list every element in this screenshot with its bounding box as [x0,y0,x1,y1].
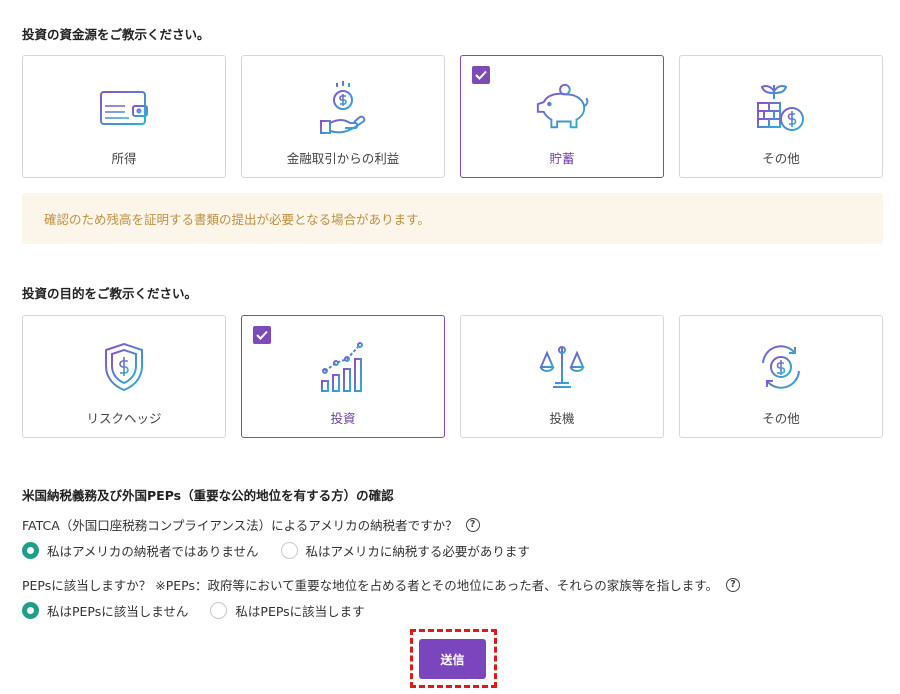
fatca-option-not-taxpayer[interactable]: 私はアメリカの納税者ではありません [22,541,259,560]
source-card-other[interactable]: その他 [679,55,883,178]
cycle-dollar-icon [753,339,809,395]
check-icon [253,326,271,344]
radio-button-selected[interactable] [22,602,39,619]
source-card-income-label: 所得 [111,151,137,166]
purpose-section-title: 投資の目的をご教示ください。 [22,286,198,301]
piggy-bank-icon [534,79,590,135]
peps-option-pep[interactable]: 私はPEPsに該当します [210,601,365,620]
peps-question: PEPsに該当しますか？ ※PEPs：政府等において重要な地位を占める者とその地… [22,575,740,594]
radio-label: 私はPEPsに該当しません [47,604,189,619]
coin-hand-icon [315,79,371,135]
peps-option-not-pep[interactable]: 私はPEPsに該当しません [22,601,188,620]
source-card-other-label: その他 [762,151,800,166]
purpose-card-other-label: その他 [762,411,800,426]
fatca-question: FATCA（外国口座税務コンプライアンス法）によるアメリカの納税者ですか？ ? [22,515,480,534]
source-section-title: 投資の資金源をご教示ください。 [22,27,210,42]
radio-label: 私はPEPsに該当します [235,604,365,619]
scale-icon [534,339,590,395]
fatca-radio-group: 私はアメリカの納税者ではありません 私はアメリカに納税する必要があります [22,541,552,560]
radio-button[interactable] [210,602,228,619]
growth-chart-icon [315,339,371,395]
purpose-card-risk-hedge-label: リスクヘッジ [86,411,162,426]
check-icon [472,66,490,84]
source-card-trading-profit[interactable]: 金融取引からの利益 [241,55,445,178]
fatca-question-text: FATCA（外国口座税務コンプライアンス法）によるアメリカの納税者ですか？ [22,518,458,533]
document-notice: 確認のため残高を証明する書類の提出が必要となる場合があります。 [22,193,883,244]
help-icon[interactable]: ? [725,577,740,592]
source-card-savings[interactable]: 貯蓄 [460,55,664,178]
radio-label: 私はアメリカに納税する必要があります [305,544,530,559]
submit-button[interactable]: 送信 [419,639,486,679]
source-card-trading-profit-label: 金融取引からの利益 [286,151,400,166]
purpose-card-investment[interactable]: 投資 [241,315,445,438]
fatca-option-taxpayer[interactable]: 私はアメリカに納税する必要があります [280,541,530,560]
shield-dollar-icon [96,339,152,395]
source-card-savings-label: 貯蓄 [549,151,575,166]
purpose-card-row: リスクヘッジ 投資 投機 その他 [22,315,883,438]
plant-coins-icon [753,79,809,135]
confirm-section-title: 米国納税義務及び外国PEPs（重要な公的地位を有する方）の確認 [22,488,394,503]
source-card-row: 所得 金融取引からの利益 貯蓄 その他 [22,55,883,178]
purpose-card-risk-hedge[interactable]: リスクヘッジ [22,315,226,438]
radio-label: 私はアメリカの納税者ではありません [47,544,259,559]
radio-button-selected[interactable] [22,542,39,559]
help-icon[interactable]: ? [465,517,480,532]
radio-button[interactable] [280,542,298,559]
wallet-icon [96,79,152,135]
purpose-card-investment-label: 投資 [330,411,356,426]
peps-question-text: PEPsに該当しますか？ ※PEPs：政府等において重要な地位を占める者とその地… [22,578,718,593]
purpose-card-other[interactable]: その他 [679,315,883,438]
purpose-card-speculation[interactable]: 投機 [460,315,664,438]
purpose-card-speculation-label: 投機 [549,411,575,426]
peps-radio-group: 私はPEPsに該当しません 私はPEPsに該当します [22,601,387,620]
source-card-income[interactable]: 所得 [22,55,226,178]
